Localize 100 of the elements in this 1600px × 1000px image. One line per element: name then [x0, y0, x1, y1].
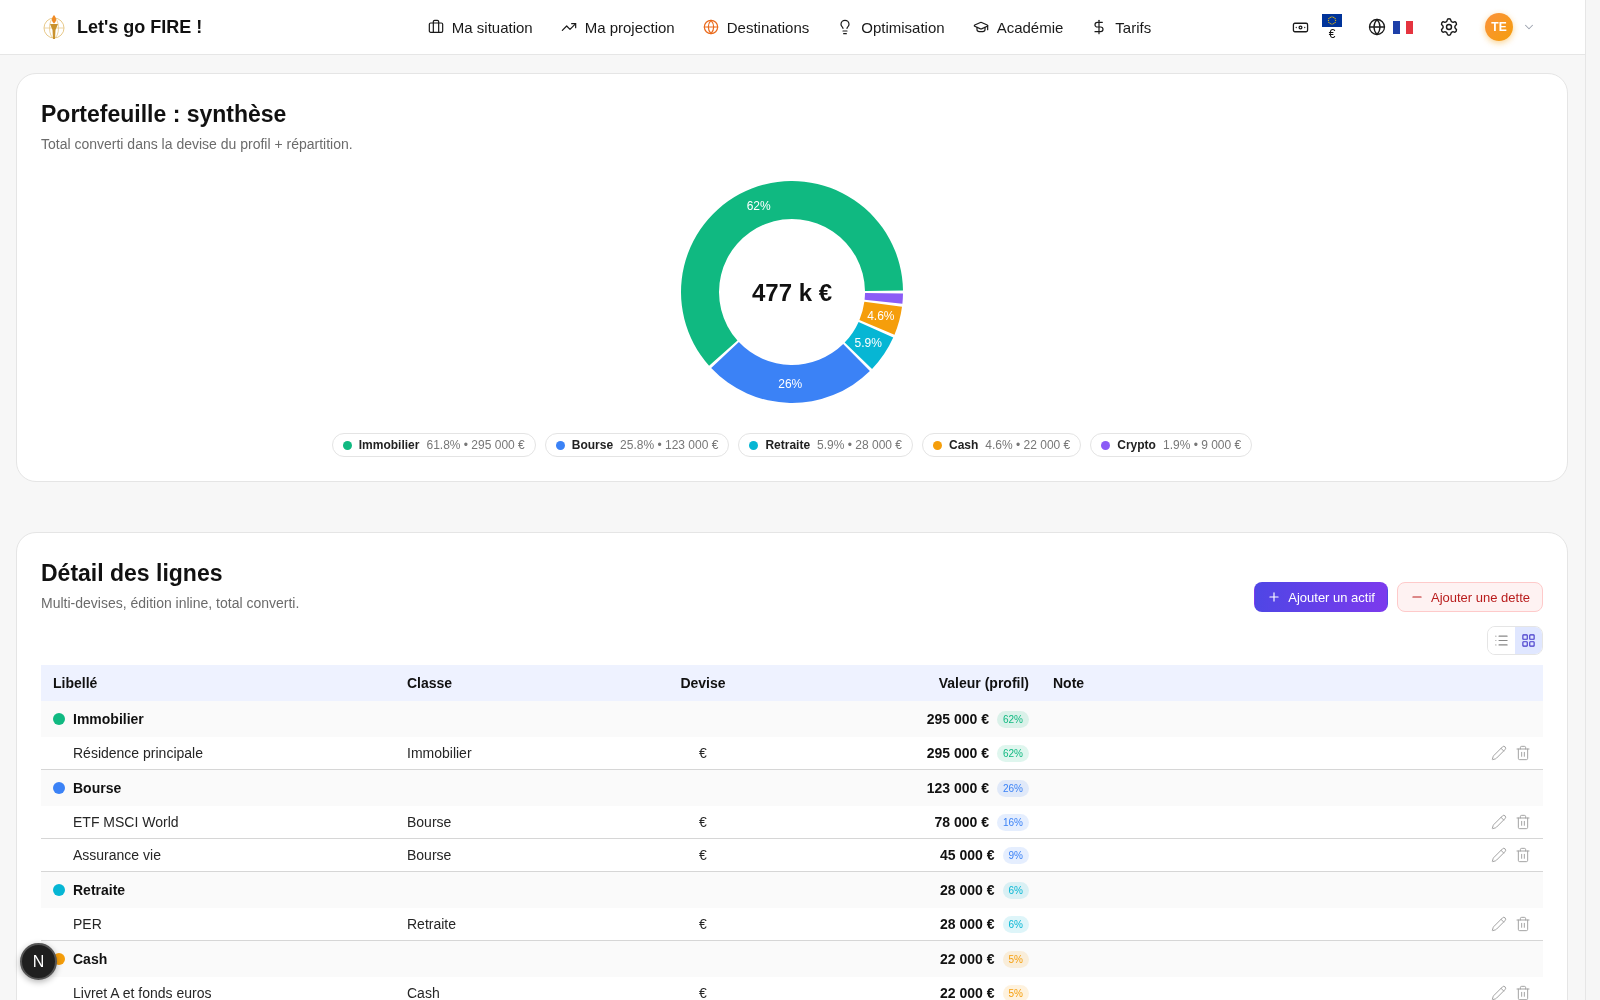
asset-class: Bourse	[407, 847, 452, 863]
card-subtitle: Multi-devises, édition inline, total converti.	[41, 594, 300, 613]
card-subtitle: Total converti dans la devise du profil + répartition.	[41, 135, 354, 154]
column-header: Valeur (profil)	[938, 675, 1029, 691]
globe-icon[interactable]	[1368, 18, 1386, 36]
legend-detail: 4.6% • 22 000 €	[985, 438, 1071, 452]
legend-name: Crypto	[1117, 438, 1156, 452]
trash-icon	[1515, 847, 1531, 863]
group-total: 123 000 €	[926, 780, 989, 796]
asset-name: ETF MSCI World	[73, 814, 179, 830]
group-total: 295 000 €	[926, 711, 989, 727]
trash-icon	[1515, 916, 1531, 932]
currency-symbol[interactable]: €	[1328, 28, 1336, 40]
grid-icon	[1521, 633, 1536, 648]
slice-label: 4.6%	[867, 309, 895, 323]
percent-badge: 62%	[997, 744, 1029, 762]
grid-view-button[interactable]	[1515, 627, 1542, 654]
nav-link[interactable]: Ma projection	[560, 18, 675, 36]
delete-button[interactable]	[1515, 985, 1531, 1000]
pencil-icon	[1491, 847, 1507, 863]
legend-name: Cash	[949, 438, 979, 452]
nav-link[interactable]: Tarifs	[1091, 18, 1152, 36]
percent-badge: 5%	[1002, 984, 1029, 1000]
asset-class: Cash	[407, 985, 440, 1000]
delete-button[interactable]	[1515, 916, 1531, 932]
column-header: Devise	[680, 675, 726, 691]
group-total: 22 000 €	[940, 951, 995, 967]
total-value: 477 k €	[751, 278, 833, 306]
list-icon	[1494, 633, 1509, 648]
edit-button[interactable]	[1491, 847, 1507, 863]
edit-button[interactable]	[1491, 745, 1507, 761]
asset-name: Résidence principale	[73, 745, 203, 761]
card-title: Portefeuille : synthèse	[41, 100, 288, 129]
legend-name: Retraite	[765, 438, 811, 452]
pencil-icon	[1491, 814, 1507, 830]
currency-symbol: €	[699, 847, 707, 863]
percent-badge: 16%	[997, 813, 1029, 831]
slice-label: 5.9%	[854, 336, 882, 351]
add-asset-button[interactable]: Ajouter un actif	[1254, 582, 1388, 612]
asset-name: PER	[73, 916, 102, 932]
edit-button[interactable]	[1491, 916, 1507, 932]
nav-link[interactable]: Académie	[972, 18, 1064, 36]
pencil-icon	[1491, 985, 1507, 1000]
card-title: Détail des lignes	[41, 559, 224, 588]
legend-detail: 61.8% • 295 000 €	[426, 438, 525, 452]
pencil-icon	[1491, 745, 1507, 761]
currency-symbol: €	[699, 745, 707, 761]
currency-symbol: €	[699, 814, 707, 830]
delete-button[interactable]	[1515, 745, 1531, 761]
edit-button[interactable]	[1491, 985, 1507, 1000]
group-name: Retraite	[73, 882, 126, 898]
asset-class: Retraite	[407, 916, 457, 932]
edit-button[interactable]	[1491, 814, 1507, 830]
group-total: 28 000 €	[940, 882, 995, 898]
delete-button[interactable]	[1515, 847, 1531, 863]
trash-icon	[1515, 985, 1531, 1000]
group-name: Bourse	[73, 780, 122, 796]
percent-badge: 62%	[997, 710, 1029, 728]
legend-detail: 25.8% • 123 000 €	[620, 438, 719, 452]
torch-globe-logo	[43, 13, 65, 41]
column-header: Libellé	[53, 675, 98, 691]
asset-value: 45 000 €	[940, 847, 995, 863]
asset-class: Bourse	[407, 814, 452, 830]
slice-label: 26%	[778, 377, 803, 391]
percent-badge: 6%	[1002, 881, 1029, 899]
legend-detail: 1.9% • 9 000 €	[1162, 438, 1242, 452]
asset-value: 28 000 €	[940, 916, 995, 932]
asset-name: Assurance vie	[73, 847, 161, 863]
asset-name: Livret A et fonds euros	[73, 985, 212, 1000]
trash-icon	[1515, 814, 1531, 830]
trash-icon	[1515, 745, 1531, 761]
slice-label: 62%	[746, 199, 771, 214]
nav-link[interactable]: Destinations	[702, 18, 810, 36]
legend-detail: 5.9% • 28 000 €	[817, 438, 902, 452]
percent-badge: 5%	[1002, 950, 1029, 968]
asset-value: 78 000 €	[934, 814, 989, 830]
asset-value: 22 000 €	[940, 985, 995, 1000]
asset-value: 295 000 €	[926, 745, 989, 761]
column-header: Note	[1053, 675, 1085, 691]
nav-link[interactable]: Optimisation	[837, 18, 945, 36]
currency-symbol: €	[699, 985, 707, 1000]
column-header: Classe	[407, 675, 453, 691]
currency-symbol: €	[699, 916, 707, 932]
group-name: Immobilier	[73, 711, 144, 727]
delete-button[interactable]	[1515, 814, 1531, 830]
percent-badge: 26%	[997, 779, 1029, 797]
percent-badge: 9%	[1002, 846, 1029, 864]
legend-name: Immobilier	[358, 438, 420, 452]
group-name: Cash	[73, 951, 108, 967]
add-debt-button[interactable]: Ajouter une dette	[1396, 582, 1543, 612]
pencil-icon	[1491, 916, 1507, 932]
eu-flag-icon[interactable]	[1322, 14, 1342, 27]
brand-name: Let's go FIRE !	[77, 16, 203, 38]
legend-name: Bourse	[571, 438, 614, 452]
plus-icon	[1267, 590, 1282, 604]
asset-class: Immobilier	[407, 745, 472, 761]
settings-icon[interactable]	[1439, 17, 1459, 37]
france-flag-icon[interactable]	[1393, 20, 1413, 34]
percent-badge: 6%	[1002, 915, 1029, 933]
nav-link[interactable]: Ma situation	[427, 18, 533, 36]
